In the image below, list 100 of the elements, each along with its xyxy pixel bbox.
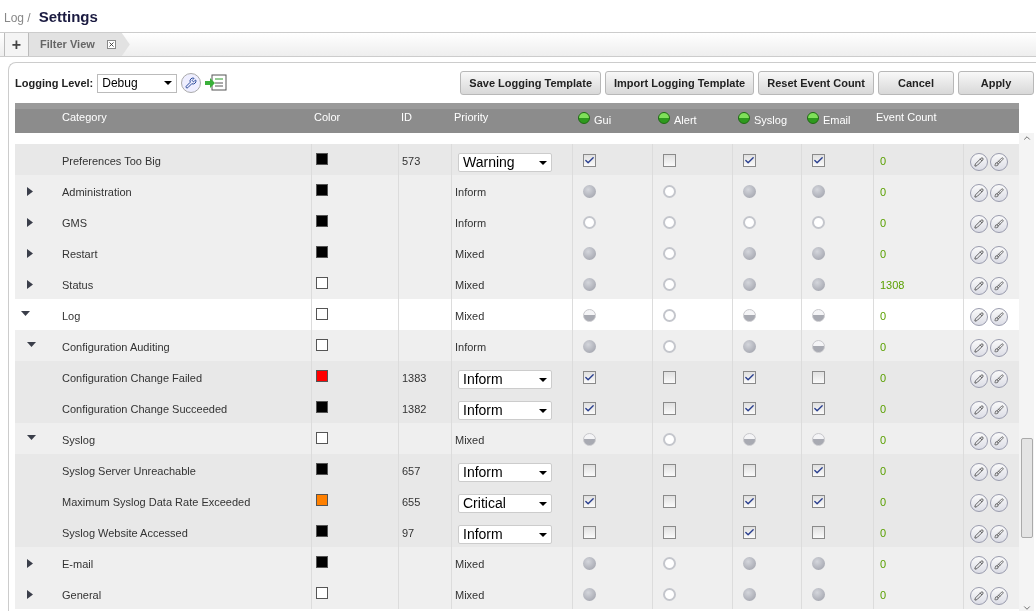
clear-brush-icon[interactable] (990, 432, 1008, 450)
checkbox[interactable] (663, 402, 676, 415)
edit-pencil-icon[interactable] (970, 153, 988, 171)
breadcrumb[interactable]: Log / (4, 9, 31, 27)
scrollbar[interactable] (1019, 133, 1034, 611)
color-swatch[interactable] (316, 401, 328, 413)
toolbar-button[interactable]: Import Logging Template (605, 71, 755, 95)
color-swatch[interactable] (316, 153, 328, 165)
clear-brush-icon[interactable] (990, 184, 1008, 202)
filter-tab[interactable]: Filter View (29, 33, 130, 56)
clear-brush-icon[interactable] (990, 556, 1008, 574)
priority-select[interactable]: Inform (458, 525, 552, 544)
checkbox[interactable] (583, 371, 596, 384)
color-swatch[interactable] (316, 525, 328, 537)
scroll-down-icon[interactable] (1021, 603, 1032, 611)
checkbox[interactable] (663, 495, 676, 508)
edit-pencil-icon[interactable] (970, 494, 988, 512)
clear-brush-icon[interactable] (990, 463, 1008, 481)
clear-brush-icon[interactable] (990, 401, 1008, 419)
clear-brush-icon[interactable] (990, 153, 1008, 171)
color-swatch[interactable] (316, 494, 328, 506)
checkbox[interactable] (743, 464, 756, 477)
clear-brush-icon[interactable] (990, 525, 1008, 543)
clear-brush-icon[interactable] (990, 308, 1008, 326)
checkbox[interactable] (812, 371, 825, 384)
clear-brush-icon[interactable] (990, 587, 1008, 605)
color-swatch[interactable] (316, 556, 328, 568)
toolbar-button[interactable]: Reset Event Count (758, 71, 874, 95)
toolbar-button[interactable]: Save Logging Template (460, 71, 601, 95)
checkbox[interactable] (743, 154, 756, 167)
edit-pencil-icon[interactable] (970, 556, 988, 574)
edit-pencil-icon[interactable] (970, 401, 988, 419)
checkbox[interactable] (583, 154, 596, 167)
checkbox[interactable] (663, 154, 676, 167)
color-swatch[interactable] (316, 587, 328, 599)
checkbox[interactable] (812, 402, 825, 415)
collapse-arrow-icon[interactable] (27, 342, 36, 348)
collapse-arrow-icon[interactable] (27, 435, 36, 441)
expand-arrow-icon[interactable] (27, 590, 33, 599)
clear-brush-icon[interactable] (990, 277, 1008, 295)
color-swatch[interactable] (316, 246, 328, 258)
color-swatch[interactable] (316, 339, 328, 351)
edit-pencil-icon[interactable] (970, 432, 988, 450)
clear-brush-icon[interactable] (990, 339, 1008, 357)
checkbox[interactable] (812, 495, 825, 508)
checkbox[interactable] (663, 371, 676, 384)
expand-arrow-icon[interactable] (27, 187, 33, 196)
clear-brush-icon[interactable] (990, 246, 1008, 264)
checkbox[interactable] (812, 464, 825, 477)
edit-pencil-icon[interactable] (970, 184, 988, 202)
color-swatch[interactable] (316, 215, 328, 227)
collapse-arrow-icon[interactable] (21, 311, 30, 317)
expand-arrow-icon[interactable] (27, 218, 33, 227)
color-swatch[interactable] (316, 370, 328, 382)
checkbox[interactable] (583, 526, 596, 539)
checkbox[interactable] (743, 402, 756, 415)
checkbox[interactable] (583, 402, 596, 415)
toolbar-button[interactable]: Apply (958, 71, 1034, 95)
color-swatch[interactable] (316, 277, 328, 289)
checkbox[interactable] (583, 464, 596, 477)
expand-arrow-icon[interactable] (27, 280, 33, 289)
edit-pencil-icon[interactable] (970, 370, 988, 388)
priority-select[interactable]: Inform (458, 370, 552, 389)
color-swatch[interactable] (316, 184, 328, 196)
add-tab-button[interactable]: + (4, 33, 29, 56)
toolbar-button[interactable]: Cancel (878, 71, 954, 95)
tools-icon[interactable] (181, 73, 202, 93)
checkbox[interactable] (663, 526, 676, 539)
edit-pencil-icon[interactable] (970, 277, 988, 295)
color-swatch[interactable] (316, 432, 328, 444)
priority-select[interactable]: Inform (458, 401, 552, 420)
edit-pencil-icon[interactable] (970, 246, 988, 264)
import-list-icon[interactable] (205, 74, 228, 92)
scroll-up-icon[interactable] (1021, 133, 1032, 143)
checkbox[interactable] (663, 464, 676, 477)
color-swatch[interactable] (316, 463, 328, 475)
checkbox[interactable] (583, 495, 596, 508)
expand-arrow-icon[interactable] (27, 249, 33, 258)
priority-select[interactable]: Inform (458, 463, 552, 482)
logging-level-select[interactable]: Debug (97, 73, 178, 93)
checkbox[interactable] (812, 526, 825, 539)
expand-arrow-icon[interactable] (27, 559, 33, 568)
edit-pencil-icon[interactable] (970, 308, 988, 326)
checkbox[interactable] (743, 495, 756, 508)
edit-pencil-icon[interactable] (970, 463, 988, 481)
clear-brush-icon[interactable] (990, 494, 1008, 512)
checkbox[interactable] (743, 526, 756, 539)
edit-pencil-icon[interactable] (970, 339, 988, 357)
edit-pencil-icon[interactable] (970, 215, 988, 233)
checkbox[interactable] (743, 371, 756, 384)
scrollbar-thumb[interactable] (1020, 438, 1033, 538)
edit-pencil-icon[interactable] (970, 525, 988, 543)
checkbox[interactable] (812, 154, 825, 167)
clear-brush-icon[interactable] (990, 370, 1008, 388)
priority-select[interactable]: Warning (458, 153, 552, 172)
close-icon[interactable] (106, 40, 116, 49)
clear-brush-icon[interactable] (990, 215, 1008, 233)
color-swatch[interactable] (316, 308, 328, 320)
edit-pencil-icon[interactable] (970, 587, 988, 605)
priority-select[interactable]: Critical (458, 494, 552, 513)
